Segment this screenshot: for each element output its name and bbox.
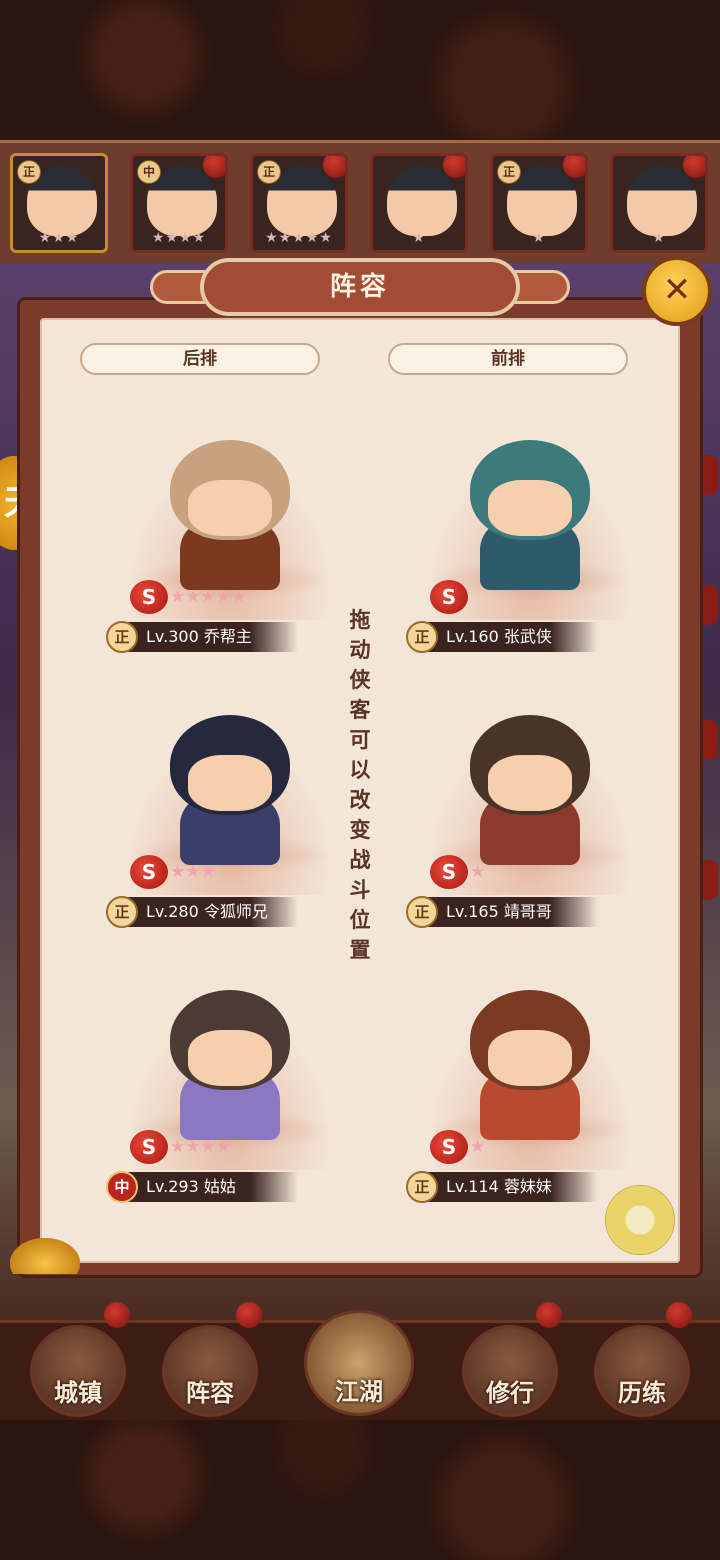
panel-title: 阵容 [200,258,520,316]
rank-badge-icon: S [430,580,468,614]
notification-dot-icon [683,156,705,178]
hero-card[interactable]: 正 ★ [490,153,588,253]
nav-bead-icon [104,1302,130,1328]
camp-badge: 正 [106,621,138,653]
hero-portrait [387,166,457,236]
back-row-label: 后排 [80,343,320,375]
star-rating: ★ [532,230,546,246]
hero-face [488,755,572,811]
nav-bead-icon [536,1302,562,1328]
hero-card[interactable]: ★ [610,153,708,253]
hero-name: 乔帮主 [203,627,252,646]
nav-bead-icon [666,1302,692,1328]
hero-face [488,1030,572,1086]
nav-label: 江湖 [335,1378,383,1406]
hero-name: 张武侠 [503,627,552,646]
flower-icon[interactable] [605,1185,675,1255]
close-button[interactable]: ✕ [642,256,712,326]
hero-portrait [627,166,697,236]
rank-badge-icon: S [430,1130,468,1164]
rank-badge-icon: S [430,855,468,889]
camp-badge: 正 [406,621,438,653]
camp-badge: 正 [406,896,438,928]
side-bead-icon [700,455,718,495]
background-top [0,0,720,140]
hero-face [188,1030,272,1086]
hero-roster-strip: 正 ★★★ 中 ★★★★ 正 ★★★★★ ★ 正 ★ ★ [0,140,720,266]
star-rating: ★ [470,1137,486,1157]
nav-lineup-button[interactable]: 阵容 [162,1325,258,1417]
nav-practice-button[interactable]: 修行 [462,1325,558,1417]
notification-dot-icon [563,156,585,178]
star-rating: ★★★ [38,230,80,246]
nav-training-button[interactable]: 历练 [594,1325,690,1417]
side-bead-icon [700,585,718,625]
notification-dot-icon [203,156,225,178]
camp-badge: 正 [106,896,138,928]
camp-badge: 正 [257,160,281,184]
nav-town-button[interactable]: 城镇 [30,1325,126,1417]
rank-badge-icon: S [130,1130,168,1164]
star-rating: ★★★ [170,862,216,882]
hero-slot[interactable]: S ★ Lv.165 靖哥哥 正 [400,715,660,945]
hero-card[interactable]: 正 ★★★ [10,153,108,253]
hero-card[interactable]: ★ [370,153,468,253]
nav-bead-icon [236,1302,262,1328]
hero-name: 靖哥哥 [503,902,552,921]
hero-slot[interactable]: S Lv.160 张武侠 正 [400,440,660,670]
nav-label: 历练 [618,1379,666,1407]
star-rating: ★ [652,230,666,246]
star-rating: ★★★★★ [265,230,333,246]
camp-badge: 正 [497,160,521,184]
nav-jianghu-button[interactable]: 江湖 [304,1310,414,1416]
nav-label: 阵容 [186,1379,234,1407]
star-rating: ★ [412,230,426,246]
camp-badge: 正 [17,160,41,184]
hero-card[interactable]: 正 ★★★★★ [250,153,348,253]
hero-face [188,755,272,811]
notification-dot-icon [443,156,465,178]
star-rating: ★★★★★ [170,587,247,607]
hero-slot[interactable]: S ★★★ Lv.280 令狐师兄 正 [100,715,360,945]
camp-badge: 中 [137,160,161,184]
hero-face [488,480,572,536]
star-rating: ★★★★ [170,1137,231,1157]
hero-card[interactable]: 中 ★★★★ [130,153,228,253]
hero-level: Lv.300 [146,627,199,646]
hero-face [188,480,272,536]
hero-slot[interactable]: S ★★★★ Lv.293 姑姑 中 [100,990,360,1220]
notification-dot-icon [323,156,345,178]
side-bead-icon [700,720,718,760]
hero-slot[interactable]: S ★ Lv.114 蓉妹妹 正 [400,990,660,1220]
hero-slot[interactable]: S ★★★★★ Lv.300 乔帮主 正 [100,440,360,670]
cloud-icon [10,1238,80,1274]
hero-level: Lv.293 [146,1177,199,1196]
rank-badge-icon: S [130,855,168,889]
hero-name: 姑姑 [203,1177,236,1196]
star-rating: ★ [470,862,486,882]
rank-badge-icon: S [130,580,168,614]
front-row-label: 前排 [388,343,628,375]
hero-name: 蓉妹妹 [503,1177,552,1196]
nav-label: 修行 [486,1379,534,1407]
side-bead-icon [700,860,718,900]
nav-label: 城镇 [54,1379,102,1407]
background-bottom [0,1420,720,1560]
hero-level: Lv.114 [446,1177,499,1196]
camp-badge: 中 [106,1171,138,1203]
hero-name: 令狐师兄 [203,902,268,921]
hero-level: Lv.165 [446,902,499,921]
hero-level: Lv.160 [446,627,499,646]
star-rating: ★★★★ [151,230,207,246]
camp-badge: 正 [406,1171,438,1203]
hero-level: Lv.280 [146,902,199,921]
